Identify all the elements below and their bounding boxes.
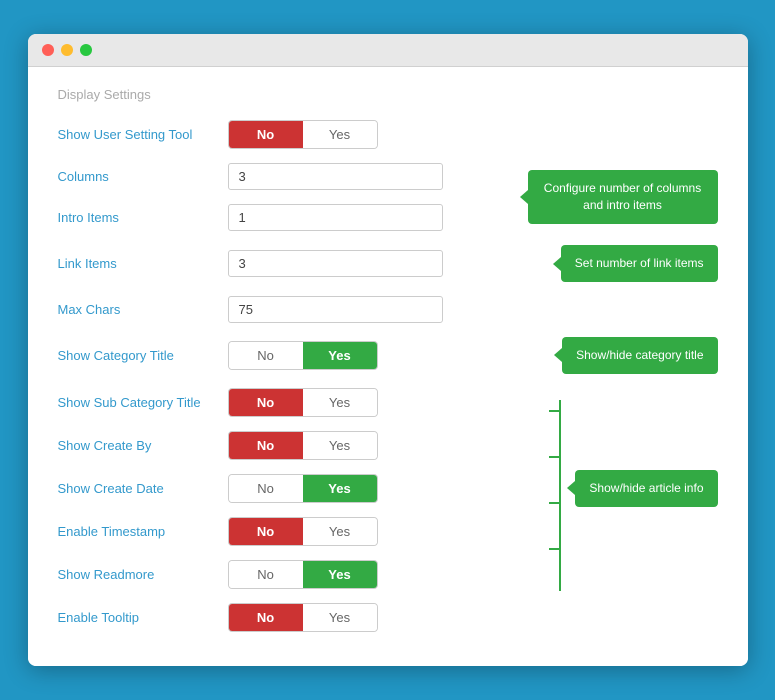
link-items-input-wrapper (228, 250, 443, 277)
enable-timestamp-yes[interactable]: Yes (303, 518, 377, 545)
columns-label: Columns (58, 169, 228, 184)
show-create-date-toggle[interactable]: No Yes (228, 474, 378, 503)
enable-timestamp-toggle[interactable]: No Yes (228, 517, 378, 546)
show-create-date-label: Show Create Date (58, 481, 228, 496)
article-info-callout: Show/hide article info (575, 470, 717, 507)
show-create-date-no[interactable]: No (229, 475, 303, 502)
show-sub-category-yes[interactable]: Yes (303, 389, 377, 416)
link-items-label: Link Items (58, 256, 228, 271)
section-title: Display Settings (58, 87, 718, 102)
columns-input[interactable] (228, 163, 443, 190)
enable-tooltip-toggle[interactable]: No Yes (228, 603, 378, 632)
show-create-date-yes[interactable]: Yes (303, 475, 377, 502)
close-dot[interactable] (42, 44, 54, 56)
enable-tooltip-yes[interactable]: Yes (303, 604, 377, 631)
titlebar (28, 34, 748, 67)
columns-intro-callout: Configure number of columns and intro it… (528, 170, 718, 224)
show-create-by-no[interactable]: No (229, 432, 303, 459)
enable-tooltip-row: Enable Tooltip No Yes (58, 603, 718, 632)
show-user-setting-no[interactable]: No (229, 121, 303, 148)
show-create-by-label: Show Create By (58, 438, 228, 453)
show-readmore-label: Show Readmore (58, 567, 228, 582)
show-user-setting-yes[interactable]: Yes (303, 121, 377, 148)
show-readmore-yes[interactable]: Yes (303, 561, 377, 588)
show-user-setting-row: Show User Setting Tool No Yes (58, 120, 718, 149)
enable-tooltip-label: Enable Tooltip (58, 610, 228, 625)
show-category-title-label: Show Category Title (58, 348, 228, 363)
max-chars-label: Max Chars (58, 302, 228, 317)
show-readmore-toggle[interactable]: No Yes (228, 560, 378, 589)
columns-row: Columns (58, 163, 514, 190)
show-create-date-row: Show Create Date No Yes (58, 474, 554, 503)
show-readmore-no[interactable]: No (229, 561, 303, 588)
show-create-by-yes[interactable]: Yes (303, 432, 377, 459)
intro-items-label: Intro Items (58, 210, 228, 225)
intro-items-row: Intro Items (58, 204, 514, 231)
enable-timestamp-no[interactable]: No (229, 518, 303, 545)
intro-items-input[interactable] (228, 204, 443, 231)
link-items-callout: Set number of link items (561, 245, 718, 282)
minimize-dot[interactable] (61, 44, 73, 56)
enable-timestamp-label: Enable Timestamp (58, 524, 228, 539)
show-category-yes[interactable]: Yes (303, 342, 377, 369)
category-title-callout: Show/hide category title (562, 337, 717, 374)
show-create-by-toggle[interactable]: No Yes (228, 431, 378, 460)
max-chars-input[interactable] (228, 296, 443, 323)
show-user-setting-label: Show User Setting Tool (58, 127, 228, 142)
show-sub-category-toggle[interactable]: No Yes (228, 388, 378, 417)
show-user-setting-toggle[interactable]: No Yes (228, 120, 378, 149)
max-chars-input-wrapper (228, 296, 443, 323)
enable-tooltip-no[interactable]: No (229, 604, 303, 631)
show-create-by-row: Show Create By No Yes (58, 431, 554, 460)
link-items-input[interactable] (228, 250, 443, 277)
show-sub-category-no[interactable]: No (229, 389, 303, 416)
show-sub-category-row: Show Sub Category Title No Yes (58, 388, 554, 417)
show-sub-category-label: Show Sub Category Title (58, 395, 228, 410)
enable-timestamp-row: Enable Timestamp No Yes (58, 517, 554, 546)
show-readmore-row: Show Readmore No Yes (58, 560, 554, 589)
max-chars-row: Max Chars (58, 296, 718, 323)
main-window: Display Settings Show User Setting Tool … (28, 34, 748, 666)
content-area: Display Settings Show User Setting Tool … (28, 67, 748, 666)
maximize-dot[interactable] (80, 44, 92, 56)
show-category-title-toggle[interactable]: No Yes (228, 341, 378, 370)
intro-items-input-wrapper (228, 204, 443, 231)
columns-input-wrapper (228, 163, 443, 190)
show-category-no[interactable]: No (229, 342, 303, 369)
